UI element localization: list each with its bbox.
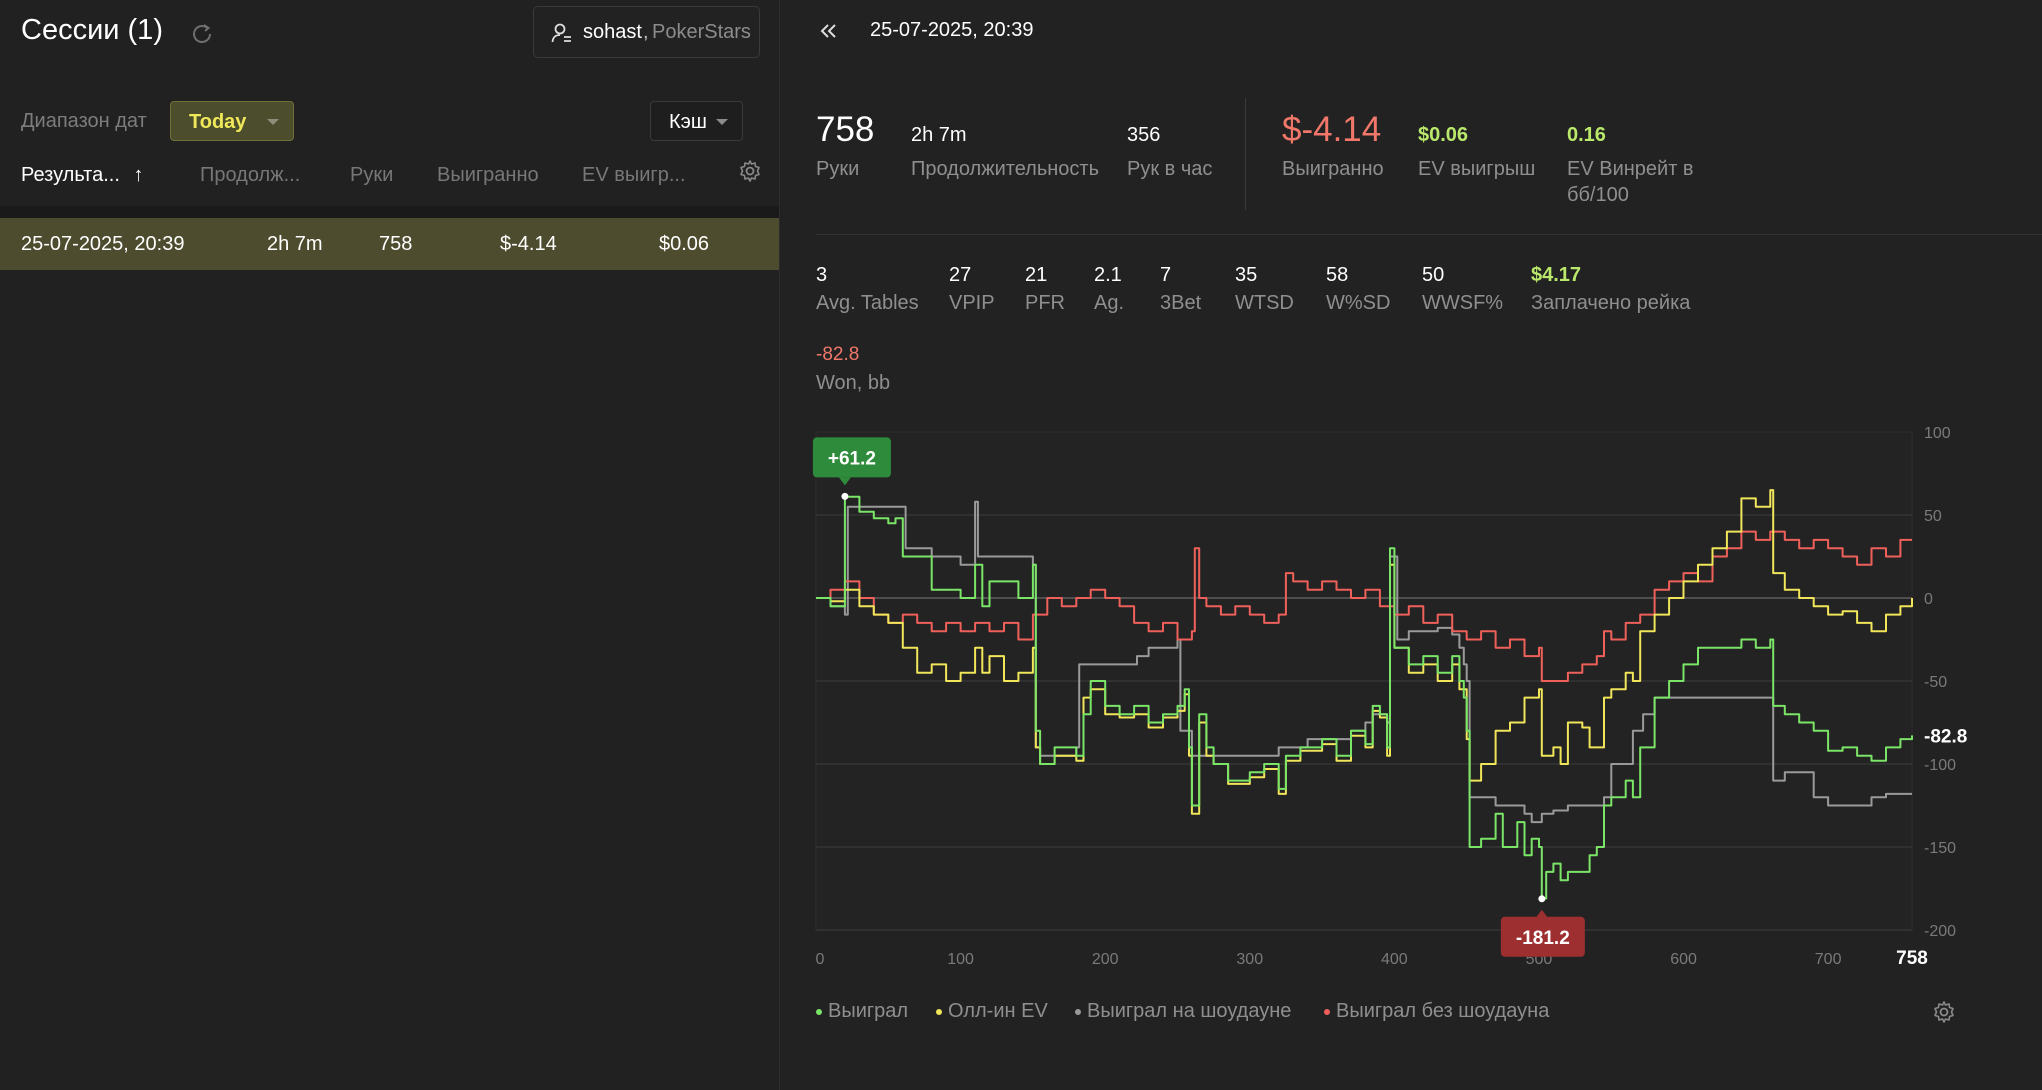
x-tick-label: 300: [1236, 951, 1263, 968]
end-value-label: -82.8: [1924, 726, 1967, 747]
x-tick-label: 100: [947, 951, 974, 968]
y-tick-label: 0: [1924, 591, 1933, 608]
legend-item-no-showdown[interactable]: Выиграл без шоудауна: [1324, 1000, 1549, 1023]
legend-label-no-showdown: Выиграл без шоудауна: [1336, 1000, 1550, 1022]
x-tick-label: 700: [1815, 951, 1842, 968]
legend-label-won: Выиграл: [828, 1000, 909, 1022]
y-tick-label: 100: [1924, 425, 1951, 442]
y-tick-label: -50: [1924, 674, 1947, 691]
legend-dot-won: [816, 1008, 822, 1015]
legend-dot-allin-ev: [936, 1008, 942, 1015]
y-tick-label: -150: [1924, 840, 1956, 857]
legend-label-showdown: Выиграл на шоудауне: [1087, 1000, 1292, 1022]
x-tick-label: 400: [1381, 951, 1408, 968]
y-tick-label: 50: [1924, 508, 1942, 525]
y-tick-label: -200: [1924, 923, 1956, 940]
legend-label-allin-ev: Олл-ин EV: [948, 1000, 1048, 1022]
x-tick-label: 600: [1670, 951, 1697, 968]
legend-dot-no-showdown: [1324, 1008, 1330, 1015]
max-point-marker: [841, 492, 849, 500]
max-label: +61.2: [828, 448, 876, 469]
legend-item-showdown[interactable]: Выиграл на шоудауне: [1075, 1000, 1291, 1023]
min-label: -181.2: [1516, 928, 1570, 949]
y-tick-label: -100: [1924, 757, 1956, 774]
legend-dot-showdown: [1075, 1008, 1081, 1015]
legend-item-won[interactable]: Выиграл: [816, 1000, 908, 1023]
x-tick-label: 200: [1092, 951, 1119, 968]
legend-item-allin-ev[interactable]: Олл-ин EV: [936, 1000, 1048, 1023]
min-point-marker: [1538, 895, 1546, 903]
bankroll-chart: 100500-50-100-150-2000 100 200 300 400 500 600…: [812, 425, 1967, 969]
x-tick-label: 758: [1896, 948, 1928, 969]
chart-settings-gear-icon[interactable]: [1932, 1000, 1956, 1024]
x-tick-label: 0: [816, 951, 825, 968]
